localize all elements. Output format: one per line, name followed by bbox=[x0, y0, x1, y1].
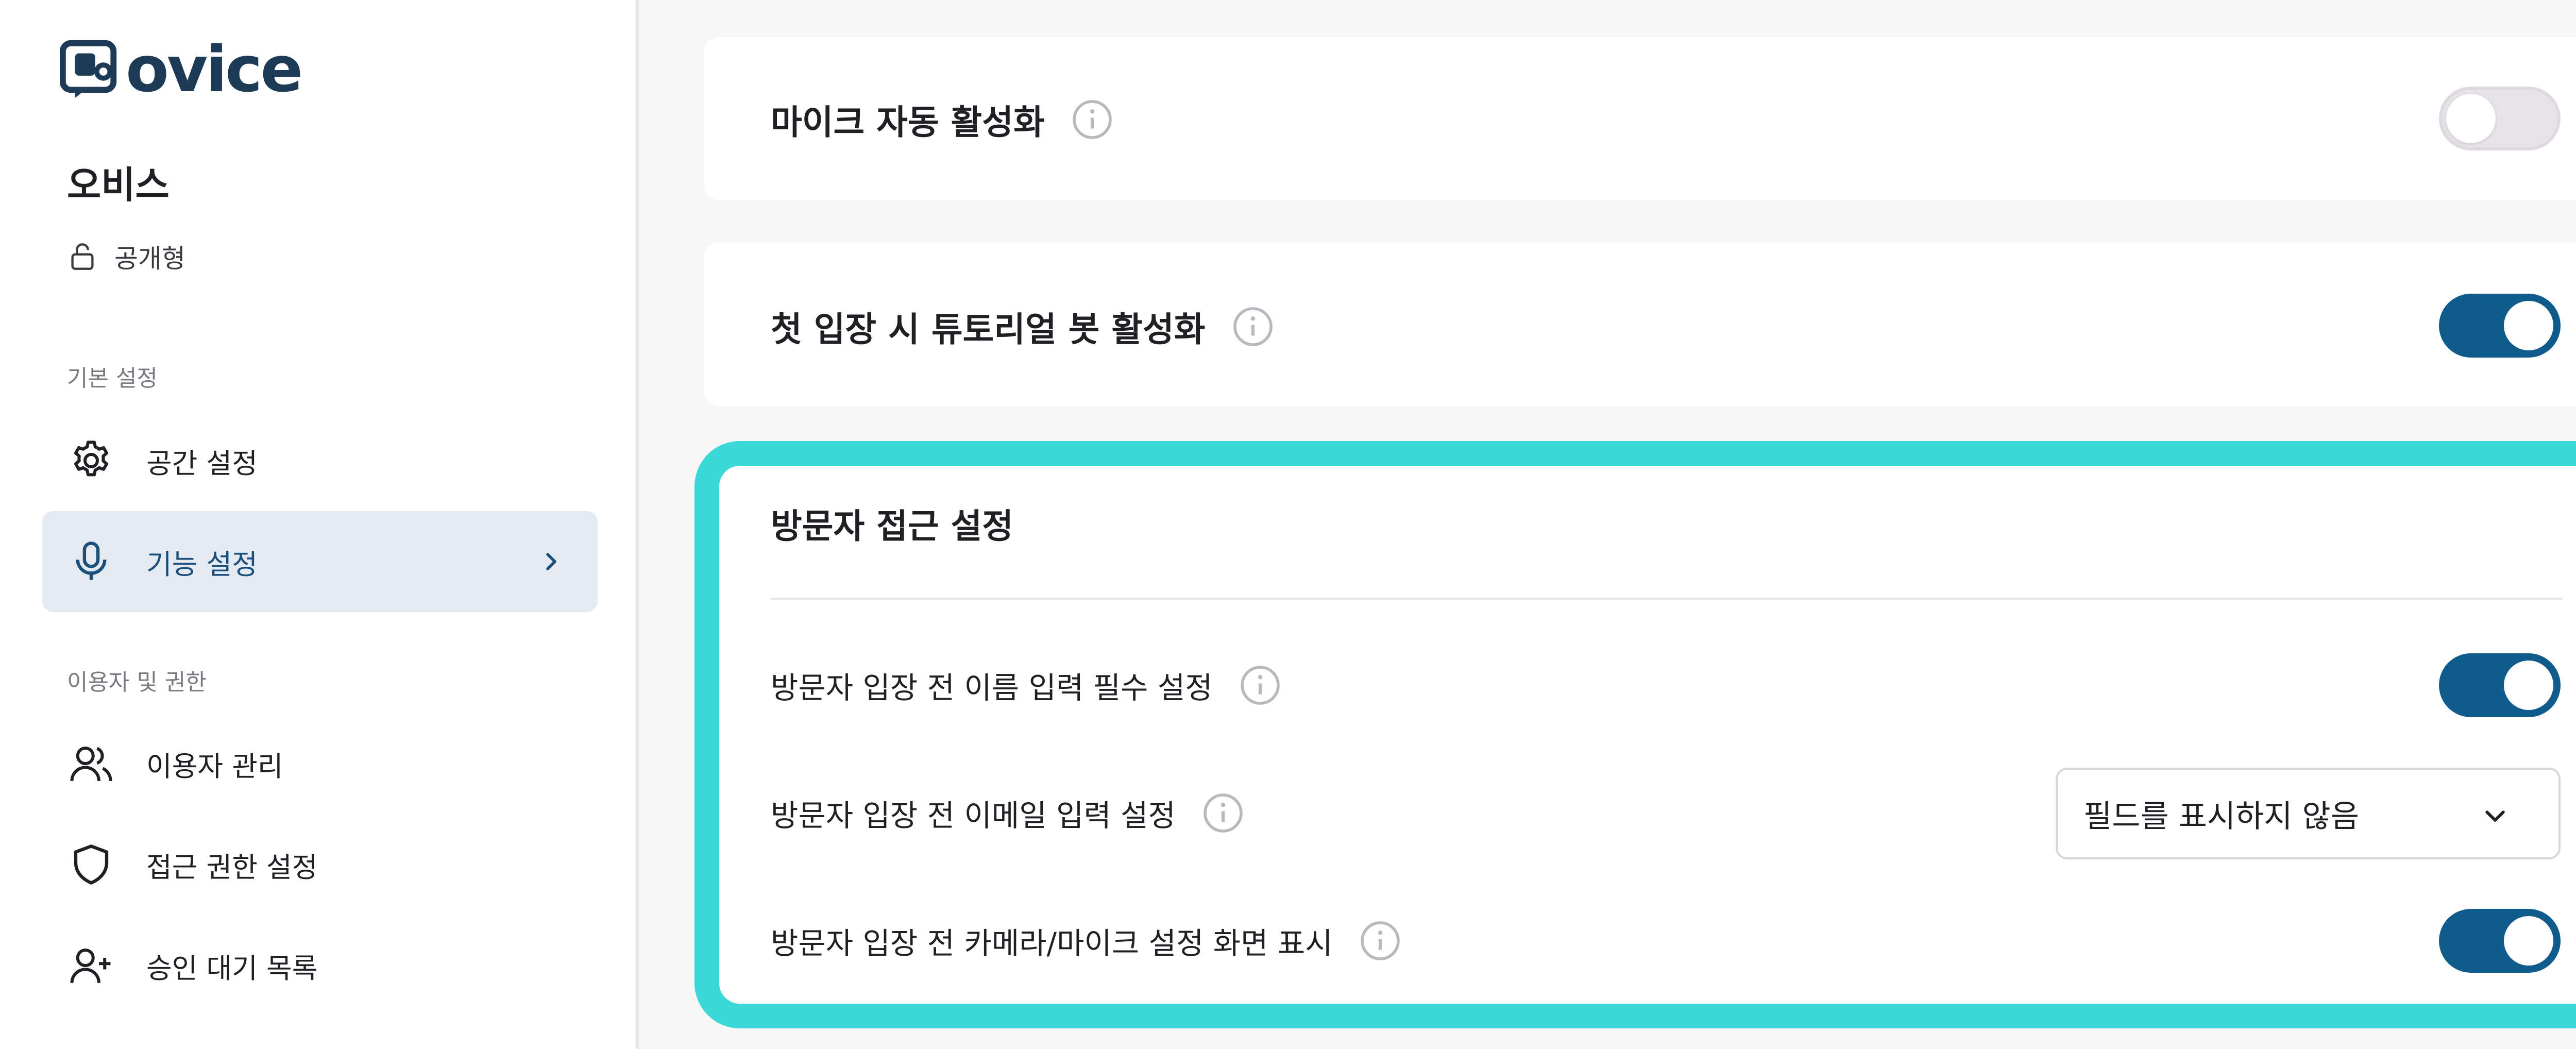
section-label-basic: 기본 설정 bbox=[67, 365, 158, 392]
sidebar-item-access-permissions[interactable]: 접근 권한 설정 bbox=[42, 814, 598, 915]
space-type: 공개형 bbox=[69, 238, 185, 275]
setting-card-tutorial-bot: 첫 입장 시 튜토리얼 봇 활성화 bbox=[704, 242, 2576, 406]
user-plus-icon bbox=[70, 949, 111, 983]
sidebar-item-space-settings[interactable]: 공간 설정 bbox=[42, 410, 598, 511]
users-icon bbox=[70, 747, 112, 781]
ovice-logo[interactable]: ovice bbox=[59, 33, 303, 106]
sidebar-item-label: 이용자 관리 bbox=[146, 750, 283, 783]
toggle-knob bbox=[2504, 916, 2553, 966]
sidebar: ovice 오비스 공개형 기본 설정 공간 설정 기능 설정 이용자 및 권한 bbox=[0, 0, 639, 1049]
setting-card-auto-mic: 마이크 자동 활성화 bbox=[704, 37, 2576, 200]
sidebar-item-label: 승인 대기 목록 bbox=[146, 952, 318, 985]
chevron-down-icon bbox=[2485, 810, 2505, 822]
visitor-email-setting-row: 방문자 입장 전 이메일 입력 설정 bbox=[771, 791, 1245, 835]
microphone-icon bbox=[76, 542, 107, 580]
setting-label: 방문자 입장 전 이름 입력 필수 설정 bbox=[771, 670, 1213, 705]
sidebar-item-label: 기능 설정 bbox=[146, 548, 258, 581]
shield-icon bbox=[74, 844, 109, 885]
sidebar-item-feature-settings[interactable]: 기능 설정 bbox=[42, 511, 598, 612]
setting-label: 첫 입장 시 튜토리얼 봇 활성화 bbox=[771, 310, 1206, 349]
info-icon[interactable] bbox=[1359, 919, 1402, 962]
setting-label: 방문자 입장 전 이메일 입력 설정 bbox=[771, 798, 1176, 833]
visitor-camera-mic-toggle[interactable] bbox=[2439, 909, 2561, 973]
info-icon[interactable] bbox=[1071, 98, 1114, 141]
ovice-logo-icon bbox=[59, 40, 117, 98]
toggle-knob bbox=[2504, 661, 2553, 710]
sidebar-item-label: 공간 설정 bbox=[146, 447, 258, 480]
visitor-access-title: 방문자 접근 설정 bbox=[771, 506, 1013, 546]
info-icon[interactable] bbox=[1201, 791, 1245, 835]
toggle-knob bbox=[2446, 94, 2496, 143]
visitor-email-select[interactable]: 필드를 표시하지 않음 bbox=[2056, 768, 2561, 859]
visitor-name-required-row: 방문자 입장 전 이름 입력 필수 설정 bbox=[771, 664, 1282, 707]
info-icon[interactable] bbox=[1239, 664, 1282, 707]
space-name: 오비스 bbox=[67, 163, 170, 207]
gear-icon bbox=[74, 441, 108, 477]
info-icon[interactable] bbox=[1231, 305, 1275, 348]
visitor-camera-mic-row: 방문자 입장 전 카메라/마이크 설정 화면 표시 bbox=[771, 919, 1402, 962]
select-value: 필드를 표시하지 않음 bbox=[2083, 798, 2359, 835]
unlock-icon bbox=[71, 243, 94, 270]
sidebar-item-label: 접근 권한 설정 bbox=[146, 851, 318, 884]
sidebar-item-user-management[interactable]: 이용자 관리 bbox=[42, 713, 598, 814]
sidebar-item-pending-approvals[interactable]: 승인 대기 목록 bbox=[42, 915, 598, 1016]
divider bbox=[771, 598, 2563, 600]
space-type-label: 공개형 bbox=[114, 244, 185, 274]
toggle-knob bbox=[2504, 301, 2553, 350]
section-label-users: 이용자 및 권한 bbox=[67, 669, 207, 696]
setting-row: 첫 입장 시 튜토리얼 봇 활성화 bbox=[771, 302, 1275, 351]
setting-label: 방문자 입장 전 카메라/마이크 설정 화면 표시 bbox=[771, 926, 1333, 961]
setting-label: 마이크 자동 활성화 bbox=[771, 103, 1045, 142]
tutorial-bot-toggle[interactable] bbox=[2439, 294, 2561, 358]
setting-row: 마이크 자동 활성화 bbox=[771, 95, 1114, 144]
auto-mic-toggle[interactable] bbox=[2439, 87, 2561, 150]
visitor-name-required-toggle[interactable] bbox=[2439, 653, 2561, 717]
logo-text: ovice bbox=[126, 33, 303, 106]
chevron-right-icon bbox=[546, 553, 556, 570]
